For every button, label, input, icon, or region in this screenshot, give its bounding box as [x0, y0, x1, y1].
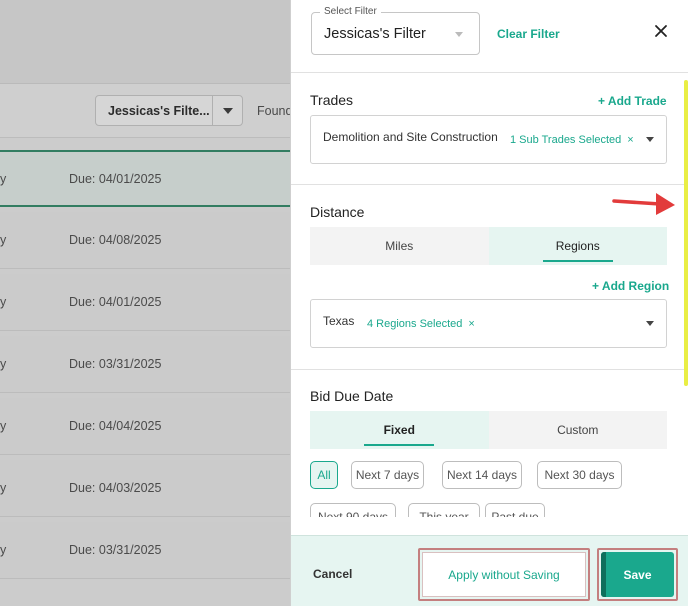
filter-panel-footer: Cancel Apply without Saving Save	[291, 535, 688, 606]
save-button-label: Save	[623, 567, 652, 582]
bid-due-date-section: Bid Due Date Fixed Custom All Next 7 day…	[291, 370, 688, 517]
modal-backdrop[interactable]	[0, 0, 290, 606]
sub-trades-chip-label: 1 Sub Trades Selected	[510, 134, 622, 146]
regions-select-value: Texas	[323, 314, 355, 328]
apply-without-saving-button[interactable]: Apply without Saving	[422, 552, 586, 597]
range-pill-next-90-days[interactable]: Next 90 days	[310, 503, 396, 517]
select-filter-value: Jessicas's Filter	[324, 26, 426, 42]
clear-filter-button[interactable]: Clear Filter	[497, 27, 560, 41]
close-icon[interactable]	[653, 23, 669, 39]
filter-panel-body[interactable]: Trades + Add Trade Demolition and Site C…	[291, 74, 688, 517]
filter-panel-header: Select Filter Jessicas's Filter Clear Fi…	[291, 0, 688, 73]
trades-title: Trades	[310, 92, 354, 108]
chevron-down-icon	[646, 321, 654, 326]
regions-chip[interactable]: 4 Regions Selected ×	[367, 318, 475, 330]
range-pill-this-year[interactable]: This year	[408, 503, 480, 517]
distance-option-miles[interactable]: Miles	[310, 227, 489, 265]
trades-select[interactable]: Demolition and Site Construction 1 Sub T…	[310, 115, 667, 164]
range-pill-past-due[interactable]: Past due	[485, 503, 545, 517]
select-filter-dropdown[interactable]: Select Filter Jessicas's Filter	[311, 6, 480, 55]
add-trade-button[interactable]: + Add Trade	[598, 94, 667, 108]
range-pill-all[interactable]: All	[310, 461, 338, 489]
trades-select-value: Demolition and Site Construction	[323, 130, 498, 144]
chevron-down-icon	[455, 32, 463, 37]
range-pill-next-30-days[interactable]: Next 30 days	[537, 461, 622, 489]
panel-scrollbar[interactable]	[684, 80, 688, 386]
bid-due-date-mode-toggle: Fixed Custom	[310, 411, 667, 449]
bid-due-date-title: Bid Due Date	[310, 388, 394, 404]
background-app: Jessicas's Filte... Found y Due: 04/01/2…	[0, 0, 290, 606]
distance-option-regions[interactable]: Regions	[488, 227, 667, 265]
bid-due-option-custom[interactable]: Custom	[488, 411, 667, 449]
add-region-button[interactable]: + Add Region	[592, 279, 669, 293]
chevron-down-icon	[646, 137, 654, 142]
sub-trades-chip[interactable]: 1 Sub Trades Selected ×	[510, 134, 634, 146]
remove-chip-icon[interactable]: ×	[627, 134, 633, 146]
cancel-button[interactable]: Cancel	[313, 567, 352, 581]
filter-panel: Select Filter Jessicas's Filter Clear Fi…	[290, 0, 688, 606]
range-pill-next-14-days[interactable]: Next 14 days	[442, 461, 522, 489]
range-pill-next-7-days[interactable]: Next 7 days	[351, 461, 424, 489]
distance-title: Distance	[310, 204, 365, 220]
regions-select[interactable]: Texas 4 Regions Selected ×	[310, 299, 667, 348]
distance-mode-toggle: Miles Regions	[310, 227, 667, 265]
select-filter-legend: Select Filter	[320, 6, 381, 17]
bid-due-option-fixed[interactable]: Fixed	[310, 411, 489, 449]
save-button[interactable]: Save	[601, 552, 674, 597]
regions-chip-label: 4 Regions Selected	[367, 318, 463, 330]
remove-chip-icon[interactable]: ×	[468, 318, 474, 330]
annotation-arrow-icon	[612, 193, 675, 215]
trades-section: Trades + Add Trade Demolition and Site C…	[291, 74, 688, 184]
